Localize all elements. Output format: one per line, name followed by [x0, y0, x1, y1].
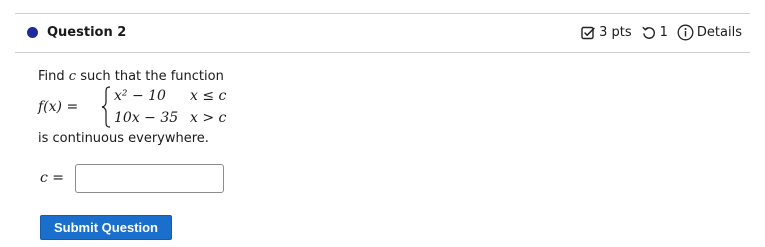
case2-condition: x > c	[190, 110, 227, 126]
question-header: Question 2 3 pts 1 Details	[15, 13, 750, 53]
submit-question-button[interactable]: Submit Question	[40, 215, 172, 240]
prompt-prefix: Find	[38, 69, 69, 84]
question-body: Find c such that the function f(x) = x² …	[38, 69, 226, 146]
submit-button-label: Submit Question	[54, 220, 158, 235]
piecewise-function: f(x) = x² − 10 x ≤ c 10x − 35 x > c	[38, 86, 268, 128]
prompt-text: Find c such that the function	[38, 69, 224, 84]
function-lhs: f(x) =	[38, 99, 79, 115]
details-link[interactable]: Details	[677, 24, 742, 41]
retry-icon	[641, 25, 657, 41]
info-icon	[677, 24, 694, 41]
prompt-variable: c	[68, 69, 77, 84]
prompt-suffix: such that the function	[76, 69, 224, 84]
left-brace	[100, 86, 112, 128]
answer-label: c =	[40, 170, 65, 186]
continuity-text: is continuous everywhere.	[38, 131, 209, 146]
question-title: Question 2	[47, 25, 127, 40]
status-dot-icon	[27, 27, 38, 38]
details-label: Details	[696, 25, 742, 40]
case1-expression: x² − 10	[114, 88, 166, 104]
checkbox-icon	[580, 25, 596, 41]
question-meta: 3 pts 1 Details	[580, 24, 742, 41]
points-label: 3 pts	[599, 25, 632, 40]
case2-expression: 10x − 35	[114, 110, 179, 126]
attempts-count: 1	[659, 25, 668, 40]
case1-condition: x ≤ c	[190, 88, 227, 104]
answer-input[interactable]	[75, 164, 224, 193]
